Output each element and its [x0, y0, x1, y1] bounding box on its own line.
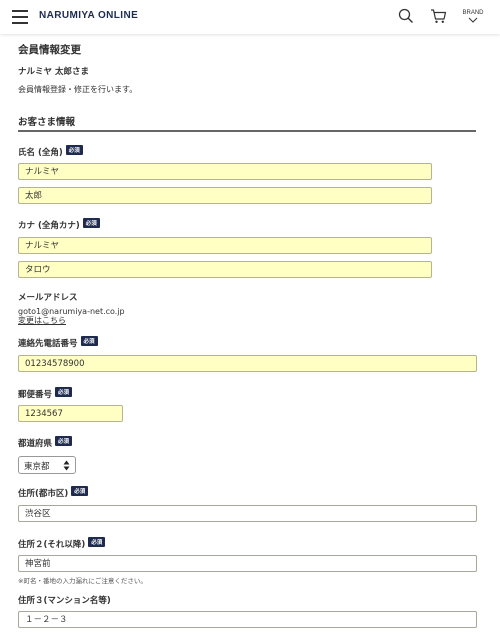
page-title: 会員情報変更: [18, 44, 81, 56]
address2-label: 住所２(それ以降) 必須: [18, 537, 106, 550]
chevron-down-icon: [468, 17, 478, 23]
postal-label: 郵便番号 必須: [18, 387, 73, 400]
email-change-link[interactable]: 変更はこちら: [18, 315, 66, 326]
last-name-input[interactable]: ナルミヤ: [18, 163, 432, 180]
required-badge: 必須: [65, 145, 83, 155]
brand-menu-button[interactable]: BRAND: [458, 10, 488, 23]
first-name-input[interactable]: 太郎: [18, 187, 432, 204]
address3-label: 住所３(マンション名等): [18, 596, 111, 606]
address1-label: 住所(都市区) 必須: [18, 486, 89, 499]
required-badge: 必須: [71, 486, 89, 496]
name-label: 氏名 (全角) 必須: [18, 145, 83, 158]
last-name-kana-input[interactable]: ナルミヤ: [18, 237, 432, 254]
address2-label-text: 住所２(それ以降): [18, 540, 86, 550]
name-label-text: 氏名 (全角): [18, 148, 63, 158]
required-badge: 必須: [82, 218, 100, 228]
address-note: ※町名・番地の入力漏れにご注意ください。: [18, 577, 147, 585]
prefecture-label-text: 都道府県: [18, 439, 53, 449]
required-badge: 必須: [55, 436, 73, 446]
user-name: ナルミヤ 太郎さま: [18, 67, 89, 77]
required-badge: 必須: [88, 537, 106, 547]
kana-label-text: カナ (全角カナ): [18, 221, 80, 231]
site-header: NARUMIYA ONLINE BRAND: [0, 0, 500, 34]
site-logo[interactable]: NARUMIYA ONLINE: [39, 10, 138, 21]
address2-input[interactable]: 神宮前: [18, 555, 477, 572]
brand-label: BRAND: [462, 10, 484, 16]
address3-input[interactable]: １－２－３: [18, 611, 477, 628]
phone-input[interactable]: 01234578900: [18, 355, 477, 372]
intro-text: 会員情報登録・修正を行います。: [18, 85, 138, 94]
phone-label-text: 連絡先電話番号: [18, 339, 78, 349]
prefecture-select[interactable]: 東京都: [18, 456, 76, 474]
first-name-kana-input[interactable]: タロウ: [18, 261, 432, 278]
email-label: メールアドレス: [18, 293, 78, 303]
hamburger-menu-icon[interactable]: [12, 10, 28, 24]
address1-label-text: 住所(都市区): [18, 489, 69, 499]
postal-label-text: 郵便番号: [18, 390, 53, 400]
search-icon[interactable]: [398, 8, 414, 28]
required-badge: 必須: [80, 336, 98, 346]
required-badge: 必須: [55, 387, 73, 397]
postal-code-input[interactable]: 1234567: [18, 405, 123, 422]
prefecture-label: 都道府県 必須: [18, 436, 73, 449]
kana-label: カナ (全角カナ) 必須: [18, 218, 100, 231]
phone-label: 連絡先電話番号 必須: [18, 336, 98, 349]
prefecture-value: 東京都: [24, 462, 50, 472]
section-title: お客さま情報: [18, 117, 76, 128]
section-divider: [18, 130, 476, 132]
address1-input[interactable]: 渋谷区: [18, 505, 477, 522]
cart-icon[interactable]: [430, 8, 447, 28]
select-arrows-icon: [63, 460, 70, 471]
